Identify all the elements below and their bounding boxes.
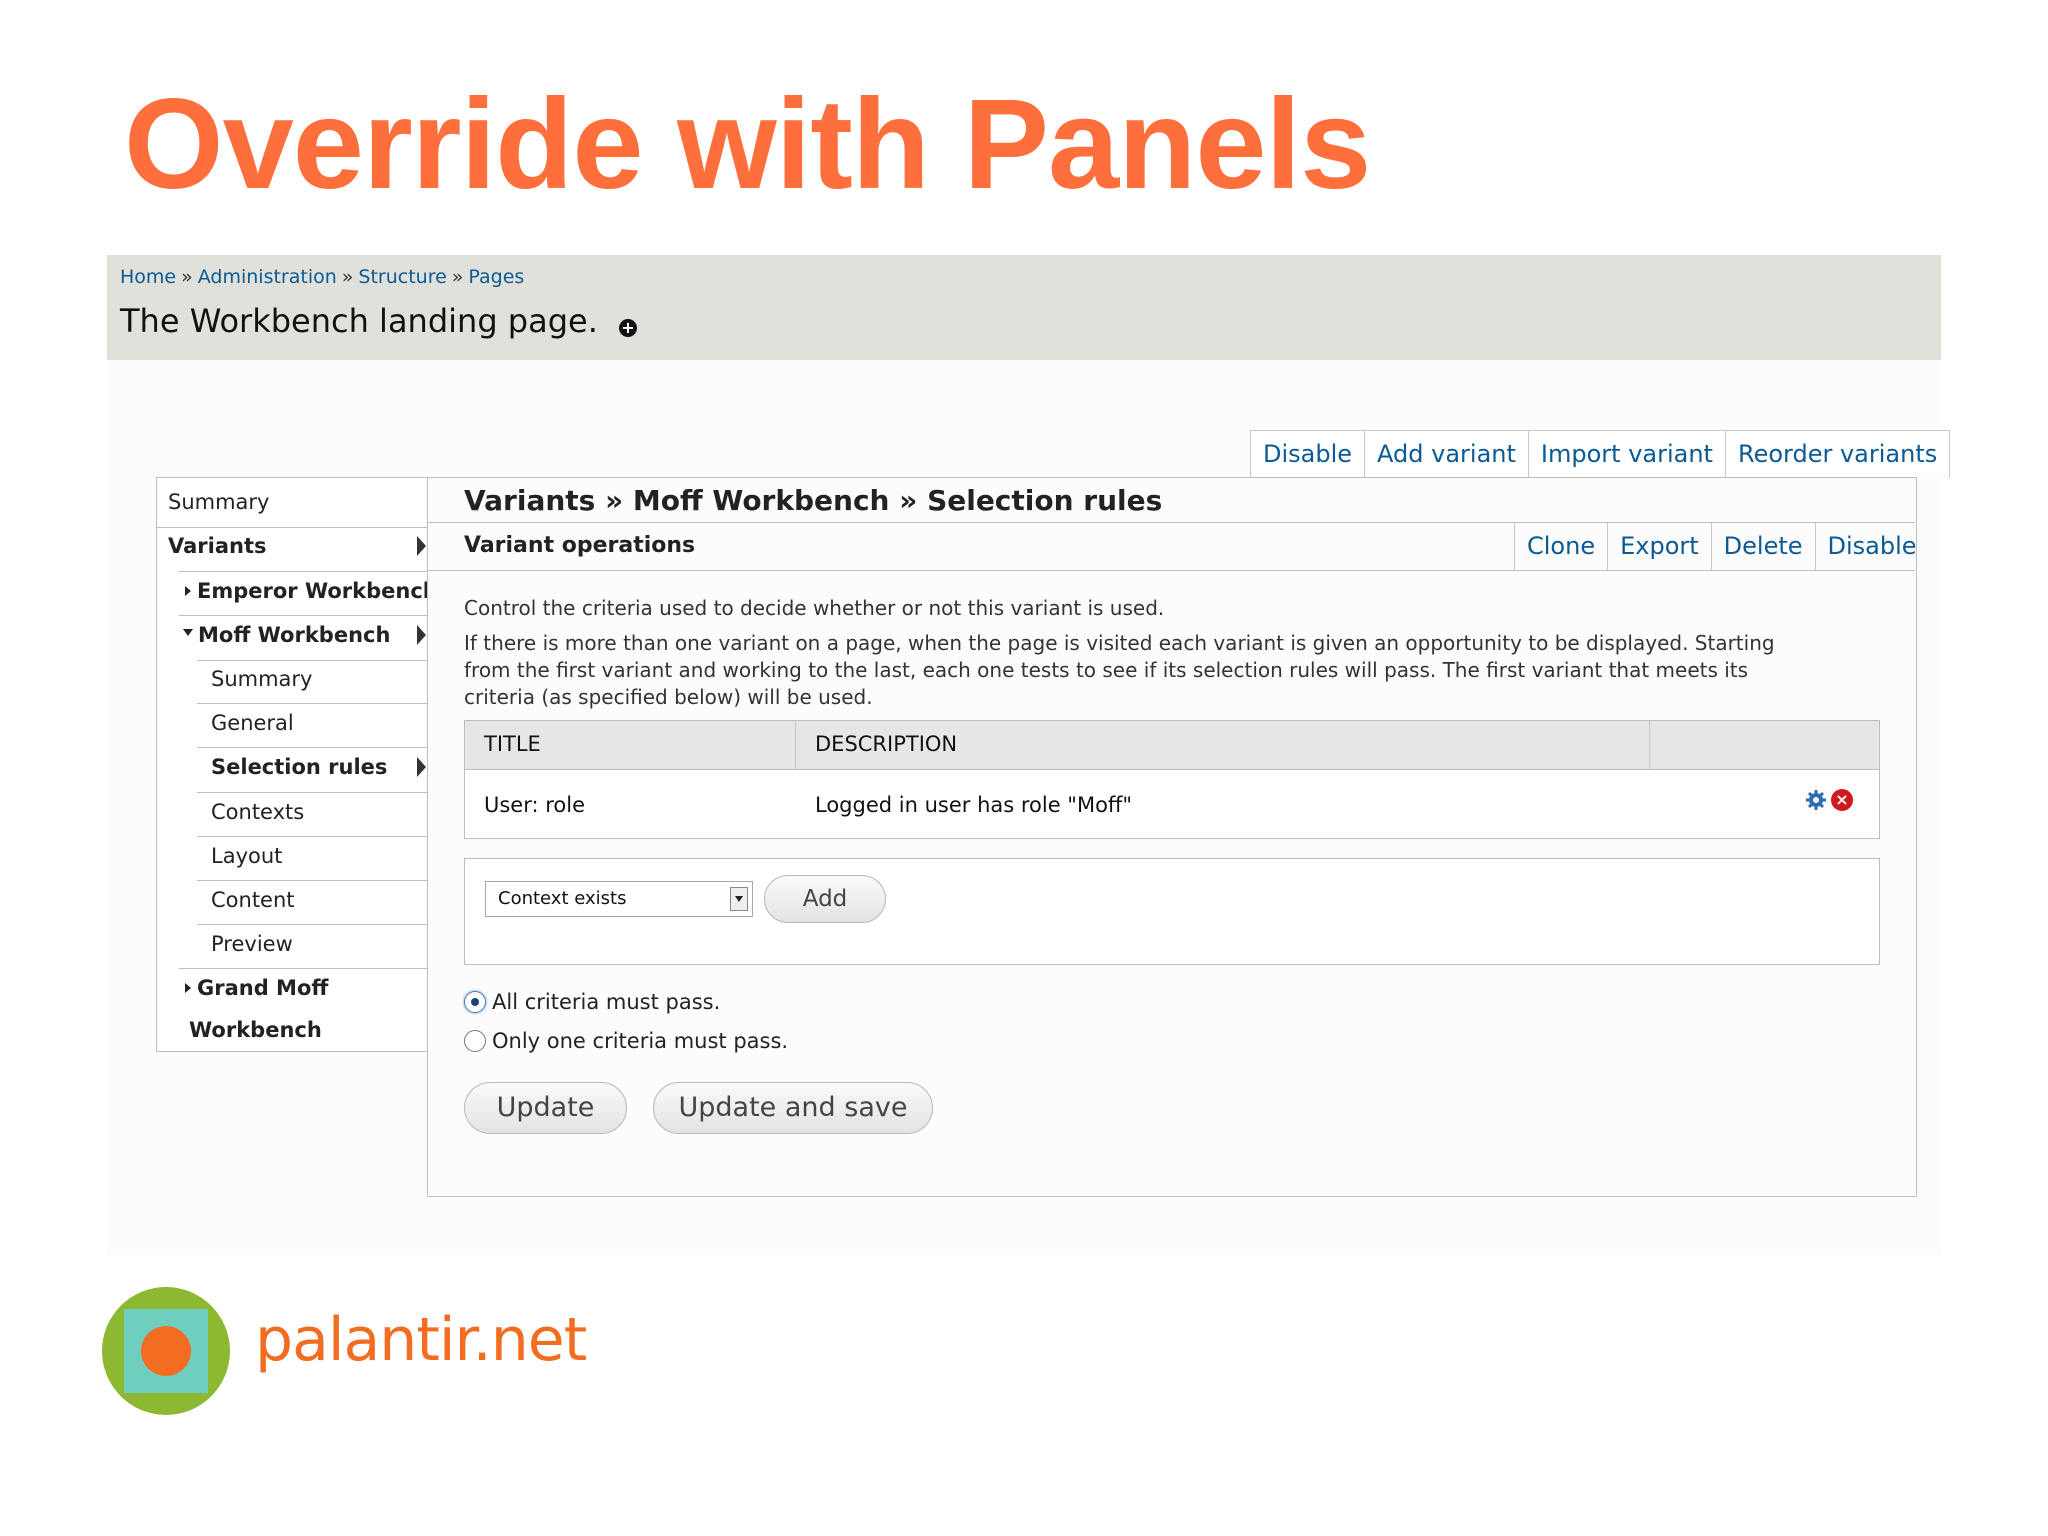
variant-operations-tabs: Clone Export Delete Disable (1514, 523, 1929, 570)
breadcrumb-home[interactable]: Home (120, 266, 176, 288)
nav-summary[interactable]: Summary (168, 490, 269, 514)
export-button[interactable]: Export (1607, 523, 1711, 570)
row-description: Logged in user has role "Moff" (815, 793, 1133, 817)
nav-variants[interactable]: Variants (168, 534, 267, 558)
clone-button[interactable]: Clone (1514, 523, 1607, 570)
breadcrumb: Home» Administration» Structure» Pages (120, 266, 524, 288)
update-button[interactable]: Update (464, 1082, 627, 1134)
radio-one-label: Only one criteria must pass. (492, 1029, 789, 1053)
add-criteria-box: Context exists Add (464, 858, 1880, 965)
breadcrumb-structure[interactable]: Structure (358, 266, 446, 288)
radio-checked-icon[interactable] (464, 991, 486, 1013)
column-description: DESCRIPTION (815, 732, 958, 756)
divider (197, 880, 428, 881)
breadcrumb-pages[interactable]: Pages (468, 266, 524, 288)
add-variant-button[interactable]: Add variant (1364, 431, 1528, 478)
expanded-triangle-icon (183, 628, 193, 636)
divider (179, 571, 428, 572)
gear-icon[interactable] (1805, 789, 1827, 811)
divider (179, 615, 428, 616)
variant-actions-tabs: Disable Add variant Import variant Reord… (1250, 430, 1951, 478)
nav-contexts[interactable]: Contexts (211, 800, 304, 824)
divider (197, 660, 428, 661)
row-title: User: role (484, 793, 586, 817)
remove-icon[interactable]: × (1831, 789, 1853, 811)
criteria-type-select[interactable]: Context exists (485, 881, 753, 917)
breadcrumb-separator: » (451, 266, 464, 288)
page-title: The Workbench landing page. (120, 302, 598, 340)
palantir-logo-dot (141, 1326, 191, 1376)
nav-grand-moff-label-line1: Grand Moff (197, 976, 329, 1000)
main-heading: Variants » Moff Workbench » Selection ru… (464, 484, 1163, 517)
dropdown-arrow-icon (730, 887, 748, 911)
collapsed-triangle-icon (185, 982, 191, 993)
nav-layout[interactable]: Layout (211, 844, 282, 868)
arrow-right-icon (417, 536, 426, 556)
divider (179, 968, 428, 969)
breadcrumb-separator: » (341, 266, 354, 288)
nav-moff-summary[interactable]: Summary (211, 667, 312, 691)
disable-variant-button[interactable]: Disable (1814, 523, 1929, 570)
criteria-intro-text: Control the criteria used to decide whet… (464, 596, 1165, 620)
divider (197, 747, 428, 748)
nav-content[interactable]: Content (211, 888, 295, 912)
nav-general[interactable]: General (211, 711, 294, 735)
divider (197, 924, 428, 925)
delete-button[interactable]: Delete (1710, 523, 1815, 570)
column-divider (1649, 721, 1650, 769)
reorder-variants-button[interactable]: Reorder variants (1724, 431, 1949, 478)
nav-grand-moff-workbench[interactable]: Grand Moff (185, 976, 328, 1000)
criteria-help-line-3: criteria (as specified below) will be us… (464, 685, 873, 709)
nav-selection-rules[interactable]: Selection rules (211, 755, 387, 779)
disable-page-button[interactable]: Disable (1251, 431, 1364, 478)
criteria-help-line-1: If there is more than one variant on a p… (464, 631, 1775, 655)
add-button[interactable]: Add (764, 875, 886, 923)
divider (157, 527, 428, 528)
radio-all-criteria[interactable]: All criteria must pass. (464, 990, 720, 1014)
nav-emperor-label: Emperor Workbench (197, 579, 438, 603)
nav-emperor-workbench[interactable]: Emperor Workbench (185, 579, 438, 603)
update-and-save-button[interactable]: Update and save (653, 1082, 933, 1134)
import-variant-button[interactable]: Import variant (1527, 431, 1725, 478)
nav-moff-label: Moff Workbench (198, 623, 391, 647)
radio-one-criteria[interactable]: Only one criteria must pass. (464, 1029, 788, 1053)
left-navigation: Summary Variants Emperor Workbench Moff … (156, 477, 438, 1052)
collapsed-triangle-icon (185, 585, 191, 596)
nav-grand-moff-label-line2[interactable]: Workbench (189, 1018, 322, 1042)
plus-circle-icon[interactable]: + (619, 319, 637, 337)
nav-moff-workbench[interactable]: Moff Workbench (183, 623, 390, 647)
arrow-right-icon (417, 625, 426, 645)
criteria-help-line-2: from the first variant and working to th… (464, 658, 1749, 682)
criteria-table: TITLE DESCRIPTION User: role Logged in u… (464, 720, 1880, 839)
column-title: TITLE (484, 732, 541, 756)
slide-title: Override with Panels (124, 73, 1371, 216)
criteria-type-value: Context exists (498, 888, 627, 909)
variant-operations-label: Variant operations (464, 533, 696, 558)
radio-unchecked-icon[interactable] (464, 1030, 486, 1052)
radio-all-label: All criteria must pass. (492, 990, 721, 1014)
divider (197, 792, 428, 793)
divider (427, 570, 1915, 571)
breadcrumb-administration[interactable]: Administration (198, 266, 337, 288)
nav-preview[interactable]: Preview (211, 932, 293, 956)
column-divider (795, 721, 796, 769)
palantir-logo-text: palantir.net (255, 1305, 587, 1375)
breadcrumb-separator: » (181, 266, 193, 288)
table-header: TITLE DESCRIPTION (465, 721, 1879, 770)
divider (197, 703, 428, 704)
arrow-right-icon (417, 757, 426, 777)
divider (197, 836, 428, 837)
